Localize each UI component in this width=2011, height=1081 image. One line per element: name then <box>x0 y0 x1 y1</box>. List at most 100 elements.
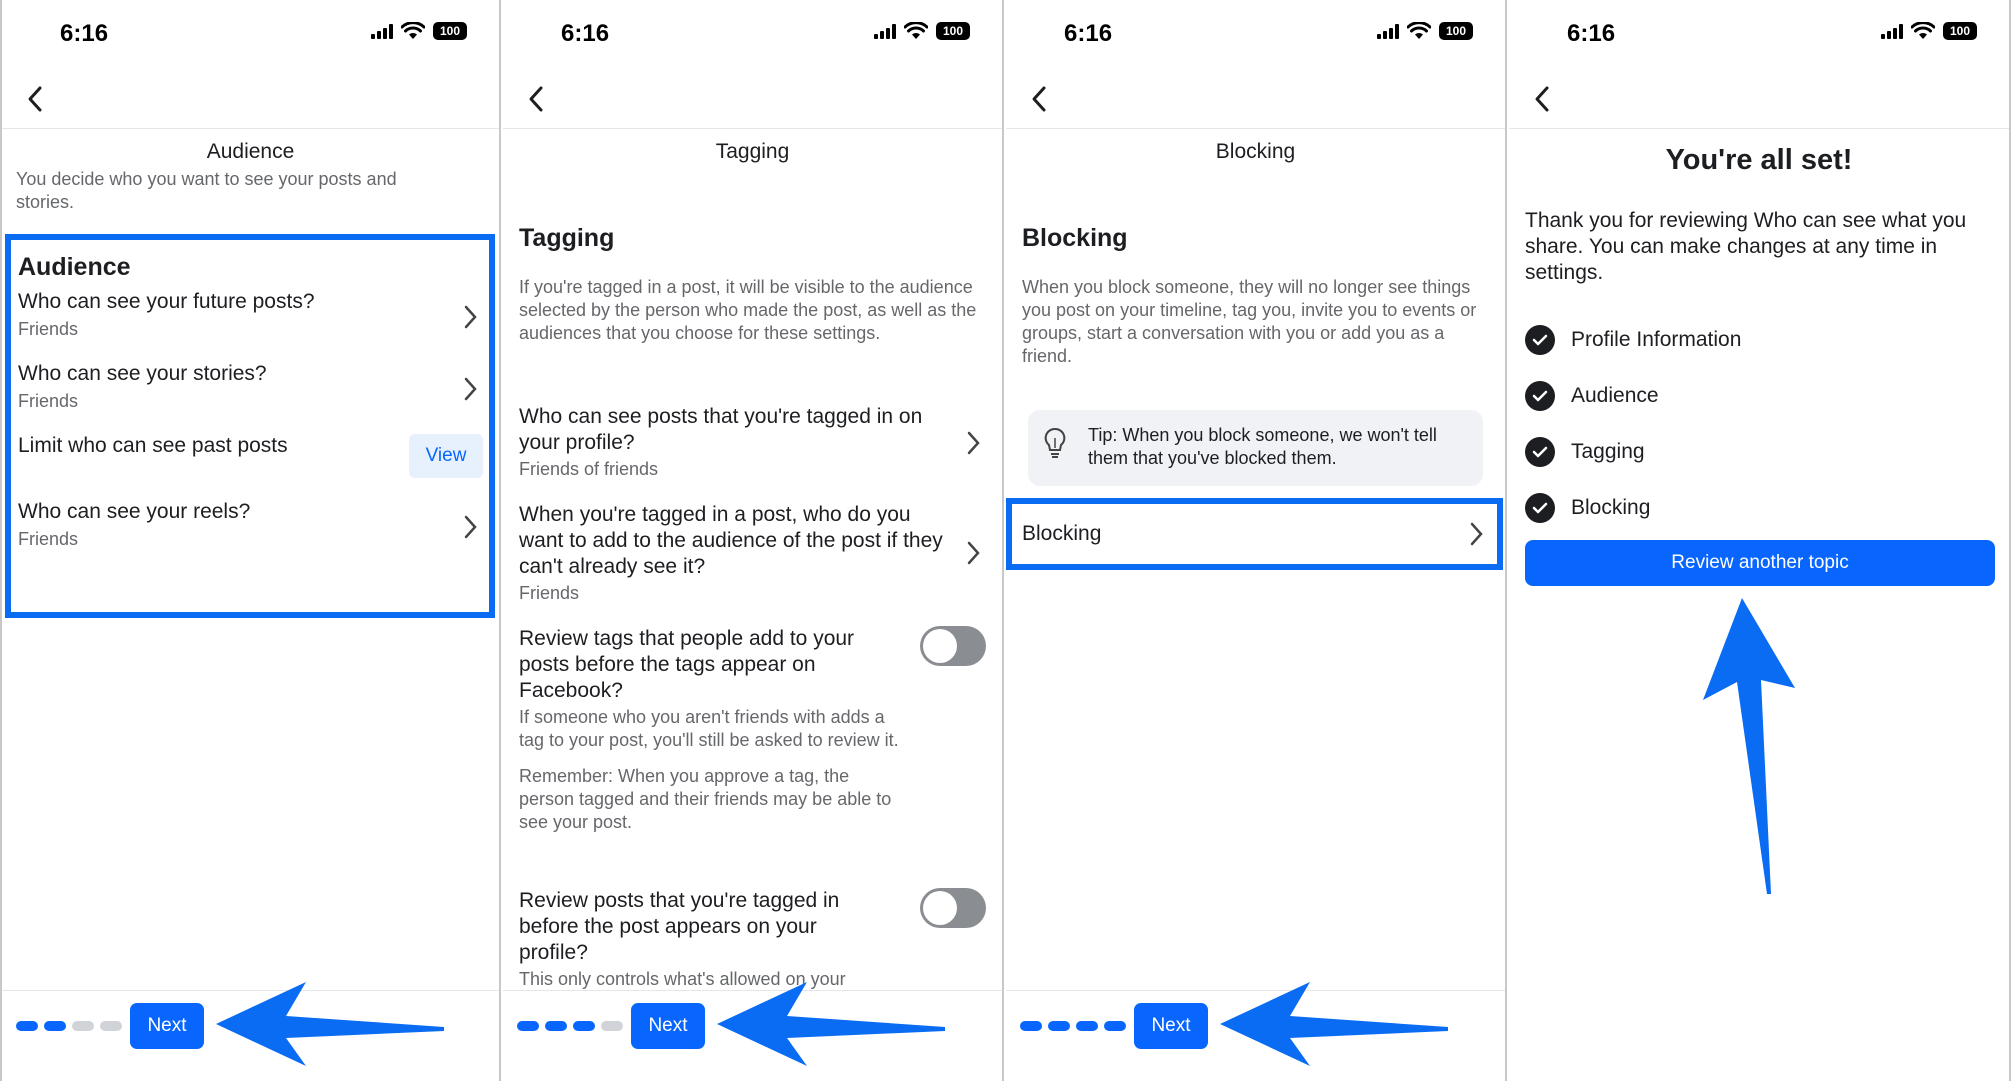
checklist-label: Tagging <box>1571 440 1645 463</box>
next-button[interactable]: Next <box>1134 1003 1208 1049</box>
tip-text: Tip: When you block someone, we won't te… <box>1088 425 1437 468</box>
checklist-label: Profile Information <box>1571 328 1742 351</box>
item-title: When you're tagged in a post, who do you… <box>519 503 943 578</box>
chevron-right-icon <box>464 515 477 539</box>
toggle-desc: If someone who you aren't friends with a… <box>519 707 899 750</box>
item-title: Who can see your reels? <box>18 500 251 523</box>
back-arrow-icon[interactable] <box>1529 84 1555 114</box>
page-title: Tagging <box>715 140 790 163</box>
done-title: You're all set! <box>1665 144 1853 176</box>
row-label: Blocking <box>1022 522 1102 545</box>
battery-icon: 100 <box>433 22 467 40</box>
wifi-icon <box>401 22 425 39</box>
checkmark-icon <box>1525 437 1555 467</box>
chevron-right-icon <box>967 541 980 565</box>
toggle-note: Remember: When you approve a tag, the pe… <box>519 766 892 832</box>
item-value: Friends <box>18 391 79 411</box>
nav-bar <box>1509 68 2009 129</box>
audience-intro: You decide who you want to see your post… <box>16 169 397 212</box>
item-value: Friends <box>18 319 79 339</box>
section-title: Tagging <box>519 224 615 252</box>
checklist-label: Blocking <box>1571 496 1651 519</box>
checklist: Profile Information Audience Tagging Blo… <box>1525 312 1741 536</box>
annotation-arrow <box>1220 982 1448 1066</box>
annotation-arrow <box>216 982 444 1066</box>
toggle-row: Review posts that you're tagged in befor… <box>519 888 986 991</box>
back-arrow-icon[interactable] <box>22 84 48 114</box>
nav-bar <box>1006 68 1505 129</box>
view-button[interactable]: View <box>409 434 483 478</box>
checkmark-icon <box>1525 493 1555 523</box>
back-arrow-icon[interactable] <box>1026 84 1052 114</box>
list-item[interactable]: Who can see your reels? Friends <box>18 500 483 556</box>
toggle-row: Review tags that people add to your post… <box>519 626 986 834</box>
item-value: Friends <box>519 583 580 603</box>
wifi-icon <box>1911 22 1935 39</box>
done-body: Thank you for reviewing Who can see what… <box>1525 209 1967 284</box>
checklist-label: Audience <box>1571 384 1659 407</box>
item-title: Who can see your stories? <box>18 362 267 385</box>
checkmark-icon <box>1525 325 1555 355</box>
item-title: Who can see your future posts? <box>18 290 315 313</box>
done-screen: 6:16 100 You're all set! Thank you for r… <box>1509 0 2011 1081</box>
chevron-right-icon <box>464 305 477 329</box>
list-item[interactable]: Who can see your future posts? Friends <box>18 290 483 346</box>
blocking-screen: 6:16 100 Blocking Blocking When you bloc… <box>1006 0 1507 1081</box>
tip-card: Tip: When you block someone, we won't te… <box>1028 410 1483 486</box>
review-posts-toggle[interactable] <box>920 888 986 928</box>
signal-icon <box>874 23 896 39</box>
battery-icon: 100 <box>936 22 970 40</box>
nav-bar <box>503 68 1002 129</box>
item-value: Friends of friends <box>519 459 659 479</box>
audience-screen: 6:16 100 Audience You decide who you wan… <box>0 0 501 1081</box>
list-item[interactable]: Who can see posts that you're tagged in … <box>519 404 986 488</box>
lightbulb-icon <box>1044 427 1066 458</box>
tagging-intro: If you're tagged in a post, it will be v… <box>519 277 977 343</box>
status-bar: 6:16 100 <box>2 0 499 68</box>
status-time: 6:16 <box>561 20 610 47</box>
list-item[interactable]: Who can see your stories? Friends <box>18 362 483 418</box>
progress-dots <box>1020 1021 1126 1031</box>
status-bar: 6:16 100 <box>1006 0 1505 68</box>
toggle-title: Review tags that people add to your post… <box>519 627 855 702</box>
tagging-screen: 6:16 100 Tagging Tagging If you're tagge… <box>503 0 1004 1081</box>
status-time: 6:16 <box>60 20 109 47</box>
review-another-topic-button[interactable]: Review another topic <box>1525 540 1995 586</box>
status-bar: 6:16 100 <box>503 0 1002 68</box>
signal-icon <box>1377 23 1399 39</box>
toggle-title: Review posts that you're tagged in befor… <box>519 889 840 964</box>
list-item[interactable]: When you're tagged in a post, who do you… <box>519 502 986 612</box>
wifi-icon <box>1407 22 1431 39</box>
next-button[interactable]: Next <box>130 1003 204 1049</box>
chevron-right-icon <box>464 377 477 401</box>
page-title: Blocking <box>1215 140 1296 163</box>
item-title: Who can see posts that you're tagged in … <box>519 405 923 454</box>
checkmark-icon <box>1525 381 1555 411</box>
list-item: Limit who can see past posts View <box>18 434 483 484</box>
annotation-arrow <box>717 982 945 1066</box>
annotation-arrow <box>1703 598 1795 894</box>
next-button[interactable]: Next <box>631 1003 705 1049</box>
checklist-item: Profile Information <box>1525 312 1741 368</box>
battery-icon: 100 <box>1439 22 1473 40</box>
signal-icon <box>1881 23 1903 39</box>
checklist-item: Audience <box>1525 368 1741 424</box>
blocking-intro: When you block someone, they will no lon… <box>1022 277 1477 366</box>
back-arrow-icon[interactable] <box>523 84 549 114</box>
checklist-item: Blocking <box>1525 480 1741 536</box>
item-value: Friends <box>18 529 79 549</box>
page-title: Audience <box>206 140 295 163</box>
checklist-item: Tagging <box>1525 424 1741 480</box>
blocking-row[interactable]: Blocking <box>1022 506 1489 562</box>
progress-dots <box>517 1021 623 1031</box>
chevron-right-icon <box>967 431 980 455</box>
wifi-icon <box>904 22 928 39</box>
review-tags-toggle[interactable] <box>920 626 986 666</box>
section-title: Blocking <box>1022 224 1128 252</box>
status-bar: 6:16 100 <box>1509 0 2009 68</box>
signal-icon <box>371 23 393 39</box>
battery-icon: 100 <box>1943 22 1977 40</box>
nav-bar <box>2 68 499 129</box>
status-time: 6:16 <box>1064 20 1113 47</box>
chevron-right-icon <box>1470 522 1483 546</box>
